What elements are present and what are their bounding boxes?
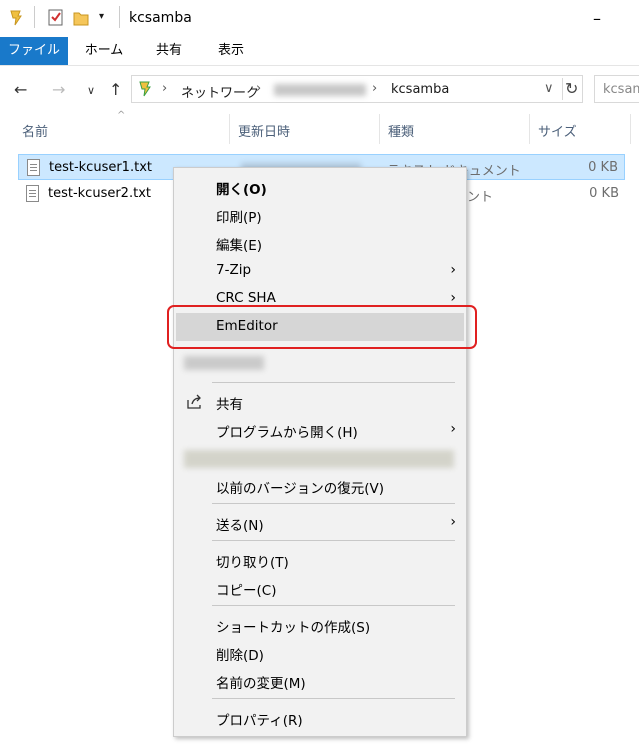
menu-item-open-with[interactable]: プログラムから開く(H) › — [174, 416, 466, 444]
column-divider[interactable] — [630, 114, 631, 144]
menu-item-edit[interactable]: 編集(E) — [174, 229, 466, 257]
highlight-annotation — [167, 305, 477, 349]
chevron-right-icon: › — [450, 290, 456, 306]
address-divider — [562, 78, 563, 100]
menu-item-label: 編集(E) — [216, 238, 263, 254]
menu-item-share[interactable]: 共有 — [174, 388, 466, 416]
tab-view[interactable]: 表示 — [208, 37, 254, 65]
menu-item-label: 7-Zip — [216, 262, 252, 278]
column-divider[interactable] — [529, 114, 530, 144]
menu-item-label: コピー(C) — [216, 583, 277, 599]
properties-icon[interactable] — [48, 9, 64, 31]
forward-icon[interactable]: → — [52, 80, 65, 99]
menu-item-rename[interactable]: 名前の変更(M) — [174, 667, 466, 695]
menu-separator — [212, 540, 455, 541]
column-header-date[interactable]: 更新日時 — [238, 121, 290, 140]
window-title: kcsamba — [129, 10, 192, 26]
chevron-right-icon: › — [450, 421, 456, 437]
column-divider[interactable] — [229, 114, 230, 144]
chevron-right-icon[interactable]: › — [256, 81, 261, 96]
refresh-icon[interactable]: ↻ — [565, 79, 578, 98]
redacted-menu-item — [184, 356, 264, 370]
menu-item-7zip[interactable]: 7-Zip › — [174, 257, 466, 285]
file-name: test-kcuser1.txt — [49, 160, 152, 175]
tab-share[interactable]: 共有 — [146, 37, 192, 65]
menu-item-properties[interactable]: プロパティ(R) — [174, 704, 466, 732]
tab-file[interactable]: ファイル — [0, 37, 68, 65]
menu-item-label: 共有 — [216, 397, 243, 413]
chevron-right-icon[interactable]: › — [372, 81, 377, 96]
menu-separator — [212, 698, 455, 699]
text-file-icon — [27, 159, 40, 176]
chevron-right-icon: › — [450, 514, 456, 530]
menu-item-label: プログラムから開く(H) — [216, 425, 358, 441]
menu-separator — [212, 605, 455, 606]
tab-home[interactable]: ホーム — [78, 37, 130, 65]
breadcrumb-network[interactable]: ネットワーク — [181, 82, 259, 101]
file-name: test-kcuser2.txt — [48, 186, 151, 201]
redacted-menu-item — [184, 450, 454, 468]
search-input[interactable]: kcsam — [594, 75, 639, 103]
chevron-right-icon: › — [450, 262, 456, 278]
menu-item-restore-previous[interactable]: 以前のバージョンの復元(V) — [174, 472, 466, 500]
search-placeholder: kcsam — [603, 82, 639, 97]
menu-item-label: 削除(D) — [216, 648, 264, 664]
redacted-breadcrumb — [274, 84, 366, 96]
address-bar[interactable]: › ネットワーク › › kcsamba ∨ ↻ — [131, 75, 583, 103]
title-bar: ▾ kcsamba – — [0, 0, 639, 37]
column-header-size[interactable]: サイズ — [538, 121, 577, 140]
menu-item-label: 印刷(P) — [216, 210, 262, 226]
menu-item-label: 以前のバージョンの復元(V) — [216, 481, 384, 497]
network-folder-icon — [137, 80, 153, 102]
menu-item-label: CRC SHA — [216, 290, 276, 306]
toolbar-divider — [119, 6, 120, 28]
menu-item-print[interactable]: 印刷(P) — [174, 201, 466, 229]
menu-separator — [212, 503, 455, 504]
menu-item-label: 切り取り(T) — [216, 555, 289, 571]
back-icon[interactable]: ← — [14, 80, 27, 99]
folder-pin-icon[interactable] — [8, 9, 24, 31]
column-header-name[interactable]: 名前 — [22, 121, 48, 140]
context-menu: 開く(O) 印刷(P) 編集(E) 7-Zip › CRC SHA › EmEdit… — [173, 167, 467, 737]
menu-item-label: 名前の変更(M) — [216, 676, 306, 692]
ribbon: ファイル ホーム 共有 表示 — [0, 37, 639, 66]
menu-item-copy[interactable]: コピー(C) — [174, 574, 466, 602]
menu-separator — [212, 382, 455, 383]
menu-item-label: ショートカットの作成(S) — [216, 620, 371, 636]
menu-item-open[interactable]: 開く(O) — [174, 173, 466, 201]
menu-item-label: 送る(N) — [216, 518, 264, 534]
text-file-icon — [26, 185, 39, 202]
column-header-type[interactable]: 種類 — [388, 121, 414, 140]
share-icon — [186, 394, 204, 414]
file-size: 0 KB — [588, 160, 618, 175]
column-divider[interactable] — [379, 114, 380, 144]
breadcrumb-kcsamba[interactable]: kcsamba — [391, 82, 449, 97]
customize-quick-access-icon[interactable]: ▾ — [99, 11, 104, 22]
chevron-right-icon[interactable]: › — [162, 81, 167, 96]
menu-item-cut[interactable]: 切り取り(T) — [174, 546, 466, 574]
up-icon[interactable]: ↑ — [109, 80, 122, 99]
file-size: 0 KB — [589, 186, 619, 201]
menu-item-send-to[interactable]: 送る(N) › — [174, 509, 466, 537]
menu-item-delete[interactable]: 削除(D) — [174, 639, 466, 667]
sort-arrow-icon: ^ — [117, 110, 126, 121]
address-dropdown-icon[interactable]: ∨ — [544, 81, 554, 96]
menu-item-label: 開く(O) — [216, 182, 267, 198]
toolbar-divider — [34, 6, 35, 28]
new-folder-icon[interactable] — [73, 9, 89, 31]
menu-item-label: プロパティ(R) — [216, 713, 303, 729]
menu-item-create-shortcut[interactable]: ショートカットの作成(S) — [174, 611, 466, 639]
recent-locations-icon[interactable]: ∨ — [87, 84, 95, 97]
minimize-icon[interactable]: – — [582, 3, 612, 33]
